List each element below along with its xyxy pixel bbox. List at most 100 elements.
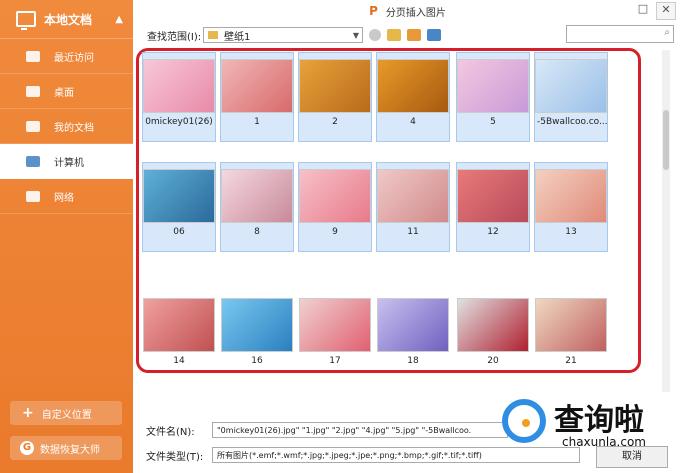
file-tile[interactable]: 12	[456, 162, 530, 252]
chevron-up-icon[interactable]: ▲	[115, 14, 123, 25]
sidebar-item-label: 网络	[54, 192, 74, 204]
image-thumbnail	[143, 169, 215, 223]
image-thumbnail	[457, 298, 529, 352]
watermark-text: 查询啦	[554, 403, 644, 438]
watermark-logo-icon	[502, 399, 546, 443]
file-name: 20	[487, 356, 499, 366]
custom-location-label: 自定义位置	[41, 409, 92, 421]
file-name: 1	[254, 117, 260, 127]
file-name: 18	[407, 356, 419, 366]
file-name: 06	[173, 227, 185, 237]
file-name: 17	[329, 356, 341, 366]
file-tile[interactable]: 8	[220, 162, 294, 252]
new-folder-icon[interactable]	[407, 29, 421, 41]
filename-row: 文件名(N): "0mickey01(26).jpg" "1.jpg" "2.j…	[146, 421, 508, 439]
file-tile[interactable]: 20	[456, 292, 530, 382]
image-thumbnail	[143, 298, 215, 352]
file-tile[interactable]: 11	[376, 162, 450, 252]
maximize-icon[interactable]: □	[634, 2, 652, 18]
file-tile[interactable]: 21	[534, 292, 608, 382]
sidebar-title: 本地文档	[44, 12, 93, 27]
file-tile[interactable]: 06	[142, 162, 216, 252]
view-menu-icon[interactable]	[427, 29, 441, 41]
app-logo: P	[369, 4, 378, 18]
image-thumbnail	[299, 59, 371, 113]
computer-icon	[26, 155, 40, 167]
file-name: 11	[407, 227, 419, 237]
sidebar-item-label: 计算机	[54, 157, 84, 169]
sidebar-item-label: 最近访问	[54, 52, 94, 64]
sidebar-item-label: 我的文档	[54, 122, 94, 134]
file-name: 14	[173, 356, 185, 366]
recovery-label: 数据恢复大师	[40, 444, 100, 456]
image-thumbnail	[377, 169, 449, 223]
custom-location-button[interactable]: + 自定义位置	[10, 401, 122, 425]
image-thumbnail	[299, 169, 371, 223]
scope-value: 壁纸1	[224, 31, 251, 43]
image-thumbnail	[535, 169, 607, 223]
sidebar: 本地文档 ▲ 最近访问 桌面 我的文档 计算机 网络 + 自定义位置 G 数据恢…	[0, 0, 133, 473]
sidebar-item-recent[interactable]: 最近访问	[0, 39, 133, 74]
sidebar-item-computer[interactable]: 计算机	[0, 144, 133, 179]
recovery-button[interactable]: G 数据恢复大师	[10, 436, 122, 460]
image-thumbnail	[143, 59, 215, 113]
search-icon[interactable]: ⌕	[664, 27, 670, 38]
scope-label: 查找范围(I):	[147, 31, 202, 43]
file-tile[interactable]: 4	[376, 52, 450, 142]
scrollbar-thumb[interactable]	[663, 110, 669, 170]
file-name: 0mickey01(26)	[145, 117, 213, 127]
file-tile[interactable]: 2	[298, 52, 372, 142]
file-name: 2	[332, 117, 338, 127]
file-name: 21	[565, 356, 577, 366]
file-tile[interactable]: 13	[534, 162, 608, 252]
toolbar: 查找范围(I): 壁纸1 ▼ ⌕	[133, 24, 682, 46]
scope-select[interactable]: 壁纸1 ▼	[203, 27, 363, 43]
plus-icon: +	[22, 405, 34, 421]
image-thumbnail	[457, 169, 529, 223]
file-tile[interactable]: 0mickey01(26)	[142, 52, 216, 142]
network-icon	[26, 190, 40, 202]
file-tile[interactable]: 16	[220, 292, 294, 382]
file-tile[interactable]: 17	[298, 292, 372, 382]
documents-icon	[26, 120, 40, 132]
sidebar-item-documents[interactable]: 我的文档	[0, 109, 133, 144]
sidebar-item-network[interactable]: 网络	[0, 179, 133, 214]
file-tile[interactable]: 18	[376, 292, 450, 382]
image-thumbnail	[221, 298, 293, 352]
filetype-label: 文件类型(T):	[146, 451, 204, 463]
folder-icon	[208, 31, 218, 39]
image-thumbnail	[457, 59, 529, 113]
sidebar-item-desktop[interactable]: 桌面	[0, 74, 133, 109]
sidebar-item-label: 桌面	[54, 87, 74, 99]
file-tile[interactable]: 14	[142, 292, 216, 382]
close-icon[interactable]: ✕	[656, 2, 676, 20]
dialog-titlebar: P 分页插入图片 □ ✕	[133, 0, 682, 22]
file-name: 8	[254, 227, 260, 237]
image-thumbnail	[299, 298, 371, 352]
filename-label: 文件名(N):	[146, 426, 195, 438]
file-name: 9	[332, 227, 338, 237]
image-thumbnail	[535, 298, 607, 352]
recent-icon	[26, 50, 40, 62]
image-thumbnail	[377, 59, 449, 113]
recovery-icon: G	[20, 441, 34, 455]
up-folder-icon[interactable]	[387, 29, 401, 41]
file-grid: 0mickey01(26) 1 2 4 5 -5Bwallcoo.co... 06 8 9 11 1…	[136, 48, 672, 398]
file-tile[interactable]: -5Bwallcoo.co...	[534, 52, 608, 142]
file-name: 13	[565, 227, 577, 237]
search-input[interactable]: ⌕	[566, 25, 674, 43]
file-name: 12	[487, 227, 499, 237]
watermark: 查询啦 chaxunla.com	[502, 393, 682, 463]
back-icon[interactable]	[369, 29, 381, 41]
filename-input[interactable]: "0mickey01(26).jpg" "1.jpg" "2.jpg" "4.j…	[212, 422, 508, 438]
dialog-title: 分页插入图片	[385, 7, 446, 19]
desktop-icon	[26, 85, 40, 97]
chevron-down-icon: ▼	[352, 30, 359, 40]
file-tile[interactable]: 1	[220, 52, 294, 142]
sidebar-header[interactable]: 本地文档 ▲	[0, 0, 133, 39]
file-name: -5Bwallcoo.co...	[537, 117, 607, 127]
file-name: 4	[410, 117, 416, 127]
file-tile[interactable]: 9	[298, 162, 372, 252]
file-tile[interactable]: 5	[456, 52, 530, 142]
vertical-scrollbar[interactable]	[662, 50, 670, 392]
